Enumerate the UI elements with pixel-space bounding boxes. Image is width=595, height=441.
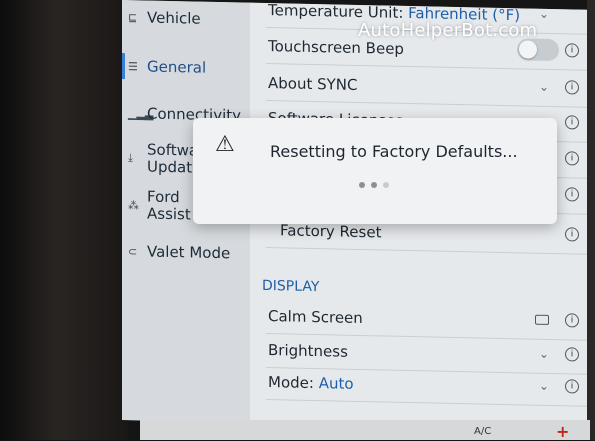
factory-reset-dialog: ⚠ Resetting to Factory Defaults...: [193, 118, 557, 224]
sidebar-item-valet-mode[interactable]: ⊂ Valet Mode: [128, 242, 231, 263]
info-icon[interactable]: i: [565, 227, 579, 242]
touchscreen-beep-toggle[interactable]: [517, 38, 559, 62]
calm-screen-icon: [535, 314, 549, 325]
sidebar-item-label-line2: Assist: [147, 204, 191, 224]
about-sync-label: About SYNC: [268, 74, 358, 94]
download-icon: ⤓: [128, 151, 133, 165]
left-bezel: [0, 0, 128, 440]
ac-label[interactable]: A/C: [474, 426, 491, 437]
right-bezel: [587, 0, 595, 440]
info-icon[interactable]: i: [565, 347, 579, 362]
chevron-down-icon: ⌄: [539, 346, 550, 361]
mode-label: Mode:: [268, 373, 319, 393]
loading-dot: [359, 182, 365, 188]
climate-bar: A/C +: [140, 420, 590, 441]
sidebar-item-label: Vehicle: [147, 8, 201, 28]
info-icon[interactable]: i: [565, 313, 579, 328]
loading-dot: [371, 182, 377, 188]
display-section-heading: DISPLAY: [262, 277, 320, 296]
warning-triangle-icon: ⚠: [215, 132, 235, 157]
factory-reset-label: Factory Reset: [280, 221, 382, 242]
info-icon[interactable]: i: [565, 187, 579, 202]
watermark: AutoHelperBot.com: [358, 20, 538, 41]
brightness-label: Brightness: [268, 341, 348, 361]
sidebar-item-vehicle[interactable]: ⊑ Vehicle: [128, 8, 201, 28]
signal-bars-icon: ▁▂▃: [128, 106, 154, 121]
info-icon[interactable]: i: [565, 151, 579, 166]
dialog-message: Resetting to Factory Defaults...: [270, 142, 518, 161]
sidebar-item-label: Valet Mode: [147, 242, 231, 263]
sidebar-item-ford-assist[interactable]: ⁂ Ford Assist: [128, 188, 191, 224]
chevron-down-icon: ⌄: [539, 6, 550, 21]
info-icon[interactable]: i: [565, 379, 579, 394]
info-icon[interactable]: i: [565, 43, 579, 58]
sidebar-item-label: General: [147, 57, 207, 77]
temperature-unit-label: Temperature Unit:: [268, 1, 409, 22]
assist-icon: ⁂: [128, 198, 139, 212]
mode-value: Auto: [318, 374, 354, 393]
info-icon[interactable]: i: [565, 80, 579, 95]
calm-screen-label: Calm Screen: [268, 307, 363, 328]
chevron-down-icon: ⌄: [539, 79, 550, 94]
loading-dot: [383, 182, 389, 188]
plus-icon[interactable]: +: [556, 422, 569, 441]
sidebar-item-general[interactable]: ☰ General: [128, 57, 206, 77]
mode-row[interactable]: Mode: Auto ⌄ i: [266, 365, 587, 407]
chevron-down-icon: ⌄: [539, 378, 550, 393]
loading-indicator: [359, 182, 389, 188]
valet-icon: ⊂: [128, 244, 138, 258]
info-icon[interactable]: i: [565, 115, 579, 130]
sliders-icon: ☰: [128, 59, 138, 73]
car-settings-icon: ⊑: [128, 10, 138, 24]
